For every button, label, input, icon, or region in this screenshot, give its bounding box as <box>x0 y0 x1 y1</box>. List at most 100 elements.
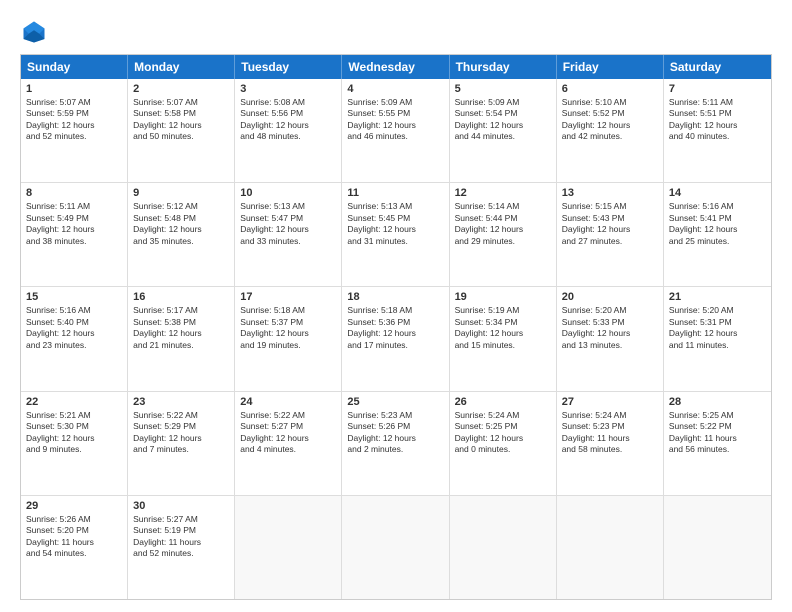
calendar-row: 15Sunrise: 5:16 AM Sunset: 5:40 PM Dayli… <box>21 287 771 391</box>
logo-icon <box>20 18 48 46</box>
cell-info: Sunrise: 5:19 AM Sunset: 5:34 PM Dayligh… <box>455 305 551 351</box>
day-number: 22 <box>26 396 122 408</box>
calendar-cell: 29 Sunrise: 5:26 AM Sunset: 5:20 PM Dayli… <box>21 496 128 599</box>
cell-info: Sunrise: 5:08 AM Sunset: 5:56 PM Dayligh… <box>240 97 336 143</box>
day-number: 2 <box>133 83 229 95</box>
cell-info: Sunrise: 5:16 AM Sunset: 5:41 PM Dayligh… <box>669 201 766 247</box>
calendar-cell: 1 Sunrise: 5:07 AM Sunset: 5:59 PM Daylig… <box>21 79 128 182</box>
day-number: 12 <box>455 187 551 199</box>
calendar-cell: 19 Sunrise: 5:19 AM Sunset: 5:34 PM Dayli… <box>450 287 557 390</box>
cell-info: Sunrise: 5:07 AM Sunset: 5:59 PM Dayligh… <box>26 97 122 143</box>
calendar-cell: 17Sunrise: 5:18 AM Sunset: 5:37 PM Dayli… <box>235 287 342 390</box>
calendar-cell: 4 Sunrise: 5:09 AM Sunset: 5:55 PM Daylig… <box>342 79 449 182</box>
cell-info: Sunrise: 5:21 AM Sunset: 5:30 PM Dayligh… <box>26 410 122 456</box>
calendar-cell <box>235 496 342 599</box>
cell-info: Sunrise: 5:22 AM Sunset: 5:29 PM Dayligh… <box>133 410 229 456</box>
day-number: 6 <box>562 83 658 95</box>
day-number: 1 <box>26 83 122 95</box>
calendar-cell: 11Sunrise: 5:13 AM Sunset: 5:45 PM Dayli… <box>342 183 449 286</box>
day-number: 14 <box>669 187 766 199</box>
weekday-header: Sunday <box>21 55 128 79</box>
weekday-header: Saturday <box>664 55 771 79</box>
cell-info: Sunrise: 5:22 AM Sunset: 5:27 PM Dayligh… <box>240 410 336 456</box>
calendar-cell <box>450 496 557 599</box>
day-number: 21 <box>669 291 766 303</box>
cell-info: Sunrise: 5:18 AM Sunset: 5:37 PM Dayligh… <box>240 305 336 351</box>
cell-info: Sunrise: 5:24 AM Sunset: 5:23 PM Dayligh… <box>562 410 658 456</box>
cell-info: Sunrise: 5:09 AM Sunset: 5:54 PM Dayligh… <box>455 97 551 143</box>
weekday-header: Wednesday <box>342 55 449 79</box>
calendar-cell: 24Sunrise: 5:22 AM Sunset: 5:27 PM Dayli… <box>235 392 342 495</box>
calendar-cell: 20 Sunrise: 5:20 AM Sunset: 5:33 PM Dayli… <box>557 287 664 390</box>
calendar-cell: 7 Sunrise: 5:11 AM Sunset: 5:51 PM Daylig… <box>664 79 771 182</box>
calendar-cell <box>664 496 771 599</box>
cell-info: Sunrise: 5:16 AM Sunset: 5:40 PM Dayligh… <box>26 305 122 351</box>
calendar-row: 8 Sunrise: 5:11 AM Sunset: 5:49 PM Daylig… <box>21 183 771 287</box>
calendar-cell: 18 Sunrise: 5:18 AM Sunset: 5:36 PM Dayli… <box>342 287 449 390</box>
calendar-cell: 23 Sunrise: 5:22 AM Sunset: 5:29 PM Dayli… <box>128 392 235 495</box>
calendar-cell: 13 Sunrise: 5:15 AM Sunset: 5:43 PM Dayli… <box>557 183 664 286</box>
calendar-cell: 9 Sunrise: 5:12 AM Sunset: 5:48 PM Daylig… <box>128 183 235 286</box>
day-number: 13 <box>562 187 658 199</box>
day-number: 30 <box>133 500 229 512</box>
day-number: 23 <box>133 396 229 408</box>
day-number: 19 <box>455 291 551 303</box>
cell-info: Sunrise: 5:17 AM Sunset: 5:38 PM Dayligh… <box>133 305 229 351</box>
day-number: 16 <box>133 291 229 303</box>
calendar-cell: 28 Sunrise: 5:25 AM Sunset: 5:22 PM Dayli… <box>664 392 771 495</box>
cell-info: Sunrise: 5:11 AM Sunset: 5:51 PM Dayligh… <box>669 97 766 143</box>
cell-info: Sunrise: 5:15 AM Sunset: 5:43 PM Dayligh… <box>562 201 658 247</box>
cell-info: Sunrise: 5:20 AM Sunset: 5:33 PM Dayligh… <box>562 305 658 351</box>
calendar: SundayMondayTuesdayWednesdayThursdayFrid… <box>20 54 772 600</box>
calendar-cell: 30 Sunrise: 5:27 AM Sunset: 5:19 PM Dayli… <box>128 496 235 599</box>
cell-info: Sunrise: 5:26 AM Sunset: 5:20 PM Dayligh… <box>26 514 122 560</box>
weekday-header: Thursday <box>450 55 557 79</box>
day-number: 20 <box>562 291 658 303</box>
day-number: 28 <box>669 396 766 408</box>
calendar-cell: 26 Sunrise: 5:24 AM Sunset: 5:25 PM Dayli… <box>450 392 557 495</box>
calendar-cell: 16 Sunrise: 5:17 AM Sunset: 5:38 PM Dayli… <box>128 287 235 390</box>
calendar-cell: 6 Sunrise: 5:10 AM Sunset: 5:52 PM Daylig… <box>557 79 664 182</box>
day-number: 9 <box>133 187 229 199</box>
calendar-cell: 10 Sunrise: 5:13 AM Sunset: 5:47 PM Dayli… <box>235 183 342 286</box>
cell-info: Sunrise: 5:23 AM Sunset: 5:26 PM Dayligh… <box>347 410 443 456</box>
calendar-header: SundayMondayTuesdayWednesdayThursdayFrid… <box>21 55 771 79</box>
cell-info: Sunrise: 5:10 AM Sunset: 5:52 PM Dayligh… <box>562 97 658 143</box>
cell-info: Sunrise: 5:27 AM Sunset: 5:19 PM Dayligh… <box>133 514 229 560</box>
calendar-cell: 3Sunrise: 5:08 AM Sunset: 5:56 PM Daylig… <box>235 79 342 182</box>
cell-info: Sunrise: 5:12 AM Sunset: 5:48 PM Dayligh… <box>133 201 229 247</box>
day-number: 29 <box>26 500 122 512</box>
calendar-cell: 5Sunrise: 5:09 AM Sunset: 5:54 PM Daylig… <box>450 79 557 182</box>
calendar-cell: 22 Sunrise: 5:21 AM Sunset: 5:30 PM Dayli… <box>21 392 128 495</box>
cell-info: Sunrise: 5:07 AM Sunset: 5:58 PM Dayligh… <box>133 97 229 143</box>
cell-info: Sunrise: 5:11 AM Sunset: 5:49 PM Dayligh… <box>26 201 122 247</box>
calendar-cell: 21Sunrise: 5:20 AM Sunset: 5:31 PM Dayli… <box>664 287 771 390</box>
day-number: 8 <box>26 187 122 199</box>
calendar-cell: 2 Sunrise: 5:07 AM Sunset: 5:58 PM Daylig… <box>128 79 235 182</box>
day-number: 27 <box>562 396 658 408</box>
weekday-header: Monday <box>128 55 235 79</box>
cell-info: Sunrise: 5:25 AM Sunset: 5:22 PM Dayligh… <box>669 410 766 456</box>
cell-info: Sunrise: 5:09 AM Sunset: 5:55 PM Dayligh… <box>347 97 443 143</box>
day-number: 4 <box>347 83 443 95</box>
weekday-header: Friday <box>557 55 664 79</box>
day-number: 25 <box>347 396 443 408</box>
logo <box>20 18 52 46</box>
calendar-row: 1 Sunrise: 5:07 AM Sunset: 5:59 PM Daylig… <box>21 79 771 183</box>
day-number: 7 <box>669 83 766 95</box>
calendar-cell: 15Sunrise: 5:16 AM Sunset: 5:40 PM Dayli… <box>21 287 128 390</box>
day-number: 10 <box>240 187 336 199</box>
calendar-row: 29 Sunrise: 5:26 AM Sunset: 5:20 PM Dayli… <box>21 496 771 599</box>
cell-info: Sunrise: 5:13 AM Sunset: 5:47 PM Dayligh… <box>240 201 336 247</box>
day-number: 26 <box>455 396 551 408</box>
calendar-cell: 25 Sunrise: 5:23 AM Sunset: 5:26 PM Dayli… <box>342 392 449 495</box>
day-number: 11 <box>347 187 443 199</box>
calendar-cell <box>557 496 664 599</box>
cell-info: Sunrise: 5:24 AM Sunset: 5:25 PM Dayligh… <box>455 410 551 456</box>
day-number: 18 <box>347 291 443 303</box>
page: SundayMondayTuesdayWednesdayThursdayFrid… <box>0 0 792 612</box>
calendar-row: 22 Sunrise: 5:21 AM Sunset: 5:30 PM Dayli… <box>21 392 771 496</box>
cell-info: Sunrise: 5:18 AM Sunset: 5:36 PM Dayligh… <box>347 305 443 351</box>
header <box>20 18 772 46</box>
calendar-cell: 14 Sunrise: 5:16 AM Sunset: 5:41 PM Dayli… <box>664 183 771 286</box>
